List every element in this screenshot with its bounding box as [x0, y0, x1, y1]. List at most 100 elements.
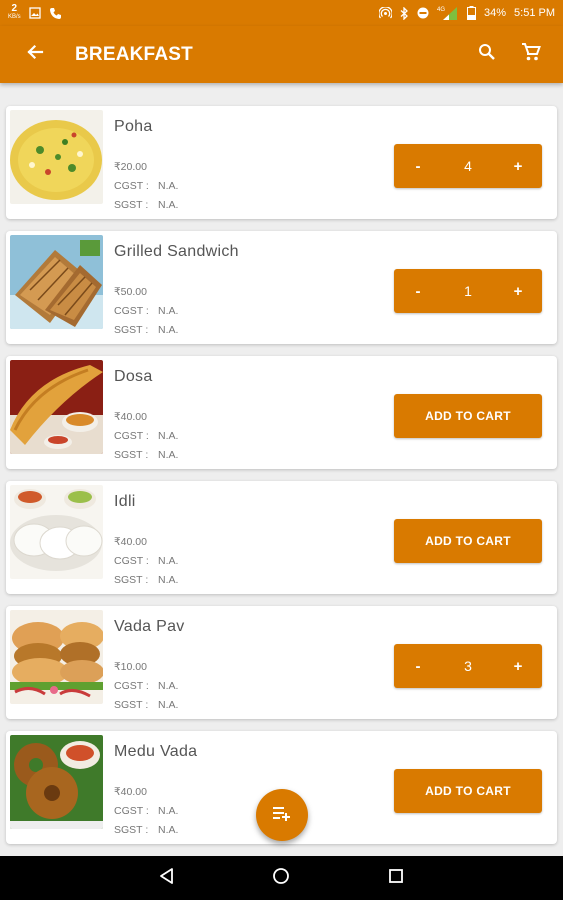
nav-recents-button[interactable]	[376, 858, 416, 898]
dosa-image	[10, 360, 103, 454]
item-cgst: CGST : N.A.	[114, 555, 178, 567]
app-bar: BREAKFAST	[0, 26, 563, 83]
sgst-value: N.A.	[158, 324, 179, 336]
page-title: BREAKFAST	[75, 43, 193, 65]
system-nav-bar	[0, 856, 563, 900]
item-price: ₹40.00	[114, 786, 147, 798]
signal-icon: 4G	[437, 5, 459, 21]
item-sgst: SGST : N.A.	[114, 324, 178, 336]
item-name: Poha	[114, 118, 153, 135]
sgst-value: N.A.	[158, 824, 179, 836]
network-speed-unit: KB/s	[8, 14, 21, 20]
nav-back-icon	[158, 867, 176, 890]
add-to-cart-button[interactable]: ADD TO CART	[394, 519, 542, 563]
quantity-value: 3	[464, 658, 472, 674]
cgst-value: N.A.	[158, 805, 179, 817]
item-sgst: SGST : N.A.	[114, 449, 178, 461]
item-cgst: CGST : N.A.	[114, 430, 178, 442]
decrease-button[interactable]: -	[394, 644, 442, 688]
nav-back-button[interactable]	[147, 858, 187, 898]
sgst-label: SGST :	[114, 199, 149, 211]
poha-image	[10, 110, 103, 204]
menu-item-card: Poha ₹20.00 CGST : N.A. SGST : N.A. - 4 +	[6, 106, 557, 219]
hotspot-icon	[379, 6, 392, 20]
status-right: 4G 34% 5:51 PM	[379, 5, 555, 21]
cgst-label: CGST :	[114, 430, 149, 442]
cgst-value: N.A.	[158, 555, 179, 567]
menu-item-card: Dosa ₹40.00 CGST : N.A. SGST : N.A. ADD TO…	[6, 356, 557, 469]
item-name: Vada Pav	[114, 618, 185, 635]
increase-button[interactable]: +	[494, 144, 542, 188]
arrow-back-icon	[26, 43, 44, 66]
item-sgst: SGST : N.A.	[114, 199, 178, 211]
sgst-label: SGST :	[114, 324, 149, 336]
view-order-fab[interactable]	[256, 789, 308, 841]
item-name: Dosa	[114, 368, 153, 385]
grilled-sandwich-image	[10, 235, 103, 329]
sgst-value: N.A.	[158, 699, 179, 711]
quantity-stepper: - 3 +	[394, 644, 542, 688]
item-price: ₹40.00	[114, 411, 147, 423]
network-speed-value: 2	[11, 3, 18, 14]
sgst-label: SGST :	[114, 574, 149, 586]
item-cgst: CGST : N.A.	[114, 180, 178, 192]
item-cgst: CGST : N.A.	[114, 805, 178, 817]
gallery-icon	[29, 7, 41, 19]
menu-item-card: Idli ₹40.00 CGST : N.A. SGST : N.A. ADD TO…	[6, 481, 557, 594]
cgst-value: N.A.	[158, 305, 179, 317]
quantity-stepper: - 4 +	[394, 144, 542, 188]
medu-vada-image	[10, 735, 103, 829]
back-button[interactable]	[17, 37, 53, 73]
cgst-label: CGST :	[114, 305, 149, 317]
increase-button[interactable]: +	[494, 644, 542, 688]
quantity-value: 1	[464, 283, 472, 299]
search-icon	[478, 43, 496, 66]
quantity-value: 4	[464, 158, 472, 174]
clock: 5:51 PM	[514, 7, 555, 19]
cgst-label: CGST :	[114, 680, 149, 692]
cgst-value: N.A.	[158, 680, 179, 692]
item-name: Idli	[114, 493, 136, 510]
bluetooth-icon	[400, 6, 409, 20]
call-icon	[49, 7, 62, 20]
network-speed: 2 KB/s	[8, 3, 21, 21]
sgst-label: SGST :	[114, 824, 149, 836]
item-price: ₹40.00	[114, 536, 147, 548]
vada-pav-image	[10, 610, 103, 704]
menu-item-card: Vada Pav ₹10.00 CGST : N.A. SGST : N.A. - …	[6, 606, 557, 719]
increase-button[interactable]: +	[494, 269, 542, 313]
item-sgst: SGST : N.A.	[114, 574, 178, 586]
add-to-cart-button[interactable]: ADD TO CART	[394, 394, 542, 438]
cart-button[interactable]	[513, 37, 549, 73]
nav-home-button[interactable]	[261, 858, 301, 898]
search-button[interactable]	[469, 37, 505, 73]
cgst-label: CGST :	[114, 180, 149, 192]
item-price: ₹20.00	[114, 161, 147, 173]
playlist-add-icon	[272, 805, 292, 826]
cgst-value: N.A.	[158, 430, 179, 442]
item-cgst: CGST : N.A.	[114, 680, 178, 692]
add-to-cart-button[interactable]: ADD TO CART	[394, 769, 542, 813]
nav-recents-icon	[388, 868, 404, 889]
menu-item-list: Poha ₹20.00 CGST : N.A. SGST : N.A. - 4 + …	[0, 83, 563, 856]
battery-level: 34%	[484, 7, 507, 19]
item-cgst: CGST : N.A.	[114, 305, 178, 317]
item-name: Medu Vada	[114, 743, 198, 760]
status-left: 2 KB/s	[8, 3, 62, 21]
item-price: ₹10.00	[114, 661, 147, 673]
item-sgst: SGST : N.A.	[114, 824, 178, 836]
sgst-label: SGST :	[114, 449, 149, 461]
sgst-value: N.A.	[158, 199, 179, 211]
item-name: Grilled Sandwich	[114, 243, 239, 260]
quantity-stepper: - 1 +	[394, 269, 542, 313]
battery-icon	[467, 6, 476, 20]
network-type-label: 4G	[437, 7, 445, 13]
idli-image	[10, 485, 103, 579]
sgst-value: N.A.	[158, 449, 179, 461]
decrease-button[interactable]: -	[394, 269, 442, 313]
decrease-button[interactable]: -	[394, 144, 442, 188]
nav-home-icon	[272, 867, 290, 890]
sgst-value: N.A.	[158, 574, 179, 586]
status-bar: 2 KB/s 4G 34% 5:51 PM	[0, 0, 563, 26]
item-price: ₹50.00	[114, 286, 147, 298]
